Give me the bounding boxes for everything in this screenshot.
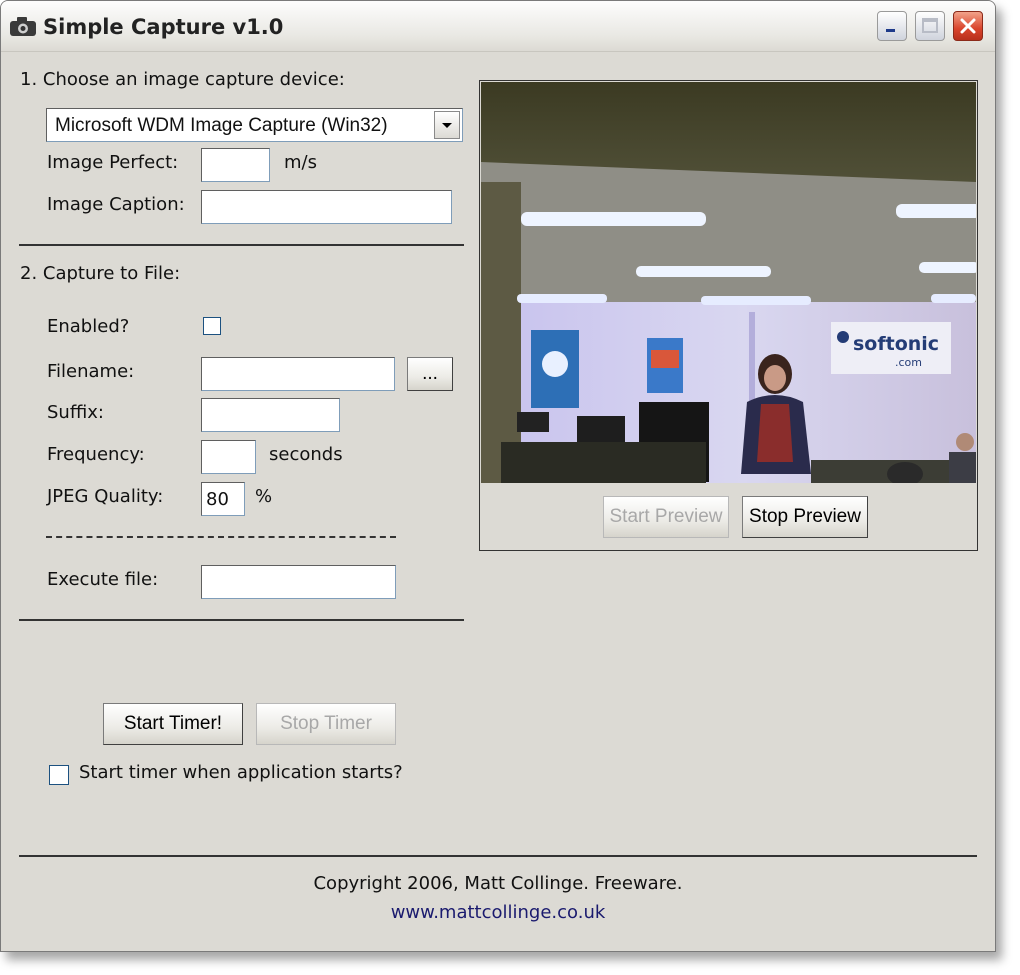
autostart-checkbox[interactable] [49,765,69,785]
footer-divider [19,855,977,857]
camera-app-icon [10,17,36,36]
start-timer-button[interactable]: Start Timer! [103,703,243,745]
camera-preview-image: softonic .com [481,82,976,483]
app-window: Simple Capture v1.0 1. Choose an image c… [0,0,996,952]
maximize-icon [922,18,938,33]
minimize-icon [886,29,895,32]
browse-button[interactable]: ... [407,357,453,391]
image-perfect-unit: m/s [284,152,317,173]
frequency-label: Frequency: [47,444,145,465]
device-select-value: Microsoft WDM Image Capture (Win32) [55,115,388,136]
suffix-input[interactable] [201,398,340,432]
camera-preview: softonic .com [481,82,976,483]
image-perfect-label: Image Perfect: [47,152,179,173]
enabled-checkbox[interactable] [203,317,221,335]
website-link[interactable]: www.mattcollinge.co.uk [1,902,995,923]
autostart-label: Start timer when application starts? [79,762,403,783]
frequency-unit: seconds [269,444,343,465]
close-button[interactable] [953,11,983,41]
section-divider [19,619,464,621]
execute-file-label: Execute file: [47,569,159,590]
device-select[interactable]: Microsoft WDM Image Capture (Win32) [46,108,463,142]
jpeg-quality-input[interactable]: 80 [201,482,245,516]
jpeg-quality-label: JPEG Quality: [47,486,164,507]
execute-file-input[interactable] [201,565,396,599]
suffix-label: Suffix: [47,402,104,423]
image-caption-label: Image Caption: [47,194,185,215]
dashed-separator [46,536,396,538]
title-bar[interactable]: Simple Capture v1.0 [1,1,995,52]
chevron-down-icon [442,123,452,128]
preview-panel: softonic .com Start Preview Stop Preview [479,80,978,551]
enabled-label: Enabled? [47,316,130,337]
image-perfect-input[interactable] [201,148,270,182]
window-title: Simple Capture v1.0 [43,15,284,39]
copyright-text: Copyright 2006, Matt Collinge. Freeware. [313,873,683,894]
section-divider [19,244,464,246]
minimize-button[interactable] [877,11,907,41]
filename-input[interactable] [201,357,395,391]
section2-heading: 2. Capture to File: [20,263,181,284]
stop-timer-button[interactable]: Stop Timer [256,703,396,745]
start-preview-button[interactable]: Start Preview [603,496,729,538]
softonic-sign-sub: .com [895,356,922,369]
dropdown-button[interactable] [434,111,460,139]
section1-heading: 1. Choose an image capture device: [20,69,345,90]
close-icon [960,18,976,34]
frequency-input[interactable] [201,440,256,474]
softonic-sign-text: softonic [853,333,939,355]
maximize-button[interactable] [915,11,945,41]
stop-preview-button[interactable]: Stop Preview [742,496,868,538]
jpeg-quality-unit: % [255,486,273,507]
filename-label: Filename: [47,361,135,382]
jpeg-quality-value: 80 [206,489,229,510]
image-caption-input[interactable] [201,190,452,224]
